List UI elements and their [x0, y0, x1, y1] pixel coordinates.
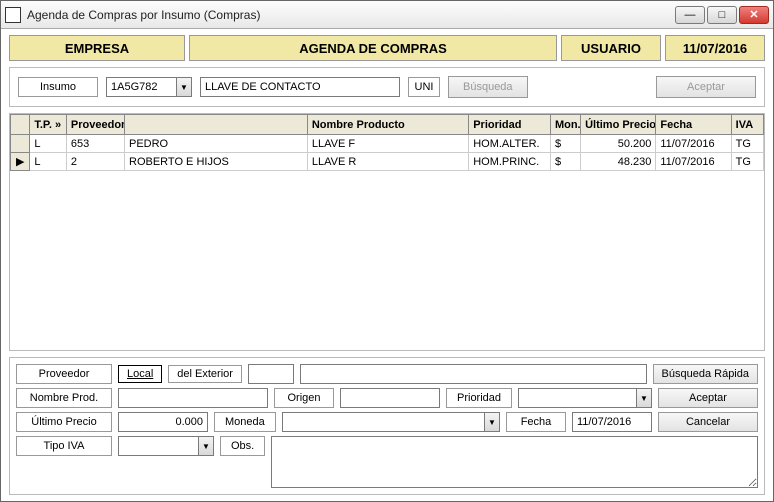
col-iva[interactable]: IVA: [731, 115, 763, 135]
busqueda-button[interactable]: Búsqueda: [448, 76, 528, 98]
header-fecha: 11/07/2016: [665, 35, 765, 61]
cell-tp: L: [30, 153, 67, 171]
prioridad-input[interactable]: [518, 388, 636, 408]
col-fecha[interactable]: Fecha: [656, 115, 731, 135]
col-ultimo-precio[interactable]: Último Precio: [581, 115, 656, 135]
col-tp[interactable]: T.P. »: [30, 115, 67, 135]
cell-fecha: 11/07/2016: [656, 153, 731, 171]
insumo-code-input[interactable]: [106, 77, 176, 97]
prioridad-label: Prioridad: [446, 388, 512, 408]
cell-iva: TG: [731, 153, 763, 171]
moneda-label: Moneda: [214, 412, 276, 432]
header-empresa: EMPRESA: [9, 35, 185, 61]
fecha-input[interactable]: [572, 412, 652, 432]
prioridad-combo[interactable]: ▼: [518, 388, 652, 408]
exterior-button[interactable]: del Exterior: [168, 365, 242, 383]
cell-mon: $: [550, 153, 580, 171]
row-selector[interactable]: ▶: [11, 153, 30, 171]
col-selector[interactable]: [11, 115, 30, 135]
table-row[interactable]: ▶L2ROBERTO E HIJOSLLAVE RHOM.PRINC.$48.2…: [11, 153, 764, 171]
cell-mon: $: [550, 135, 580, 153]
chevron-down-icon[interactable]: ▼: [198, 436, 214, 456]
moneda-input[interactable]: [282, 412, 484, 432]
row-selector[interactable]: [11, 135, 30, 153]
cell-fecha: 11/07/2016: [656, 135, 731, 153]
cancelar-button[interactable]: Cancelar: [658, 412, 758, 432]
cell-nom-prod: LLAVE F: [307, 135, 468, 153]
obs-label: Obs.: [220, 436, 265, 456]
edit-panel: Proveedor Local del Exterior Búsqueda Rá…: [9, 357, 765, 495]
nombre-prod-label: Nombre Prod.: [16, 388, 112, 408]
cell-prov-id: 653: [66, 135, 124, 153]
col-proveedor-nombre[interactable]: [125, 115, 308, 135]
busqueda-rapida-button[interactable]: Búsqueda Rápida: [653, 364, 758, 384]
aceptar-form-button[interactable]: Aceptar: [658, 388, 758, 408]
cell-prioridad: HOM.ALTER.: [469, 135, 551, 153]
chevron-down-icon[interactable]: ▼: [176, 77, 192, 97]
cell-iva: TG: [731, 135, 763, 153]
chevron-down-icon[interactable]: ▼: [636, 388, 652, 408]
cell-prov-id: 2: [66, 153, 124, 171]
minimize-button[interactable]: —: [675, 6, 705, 24]
tipo-iva-input[interactable]: [118, 436, 198, 456]
proveedor-label: Proveedor: [16, 364, 112, 384]
cell-prioridad: HOM.PRINC.: [469, 153, 551, 171]
cell-ult-precio: 50.200: [581, 135, 656, 153]
header-agenda: AGENDA DE COMPRAS: [189, 35, 557, 61]
proveedor-nombre-input[interactable]: [300, 364, 647, 384]
table-row[interactable]: L653PEDROLLAVE FHOM.ALTER.$50.20011/07/2…: [11, 135, 764, 153]
cell-prov-nom: ROBERTO E HIJOS: [125, 153, 308, 171]
maximize-icon: □: [719, 9, 726, 21]
col-prioridad[interactable]: Prioridad: [469, 115, 551, 135]
col-proveedor[interactable]: Proveedor: [66, 115, 124, 135]
insumo-combo[interactable]: ▼: [106, 77, 192, 97]
insumo-desc-input[interactable]: [200, 77, 400, 97]
ultimo-precio-input[interactable]: [118, 412, 208, 432]
col-nombre-producto[interactable]: Nombre Producto: [307, 115, 468, 135]
origen-input[interactable]: [340, 388, 440, 408]
ultimo-precio-label: Último Precio: [16, 412, 112, 432]
search-panel: Insumo ▼ UNI Búsqueda Aceptar: [9, 67, 765, 107]
aceptar-search-button[interactable]: Aceptar: [656, 76, 756, 98]
cell-nom-prod: LLAVE R: [307, 153, 468, 171]
fecha-label: Fecha: [506, 412, 566, 432]
titlebar[interactable]: Agenda de Compras por Insumo (Compras) —…: [1, 1, 773, 29]
local-button[interactable]: Local: [118, 365, 162, 383]
insumo-label: Insumo: [18, 77, 98, 97]
minimize-icon: —: [685, 9, 696, 21]
obs-textarea[interactable]: [271, 436, 758, 488]
proveedor-id-input[interactable]: [248, 364, 294, 384]
app-window: Agenda de Compras por Insumo (Compras) —…: [0, 0, 774, 502]
cell-tp: L: [30, 135, 67, 153]
cell-ult-precio: 48.230: [581, 153, 656, 171]
cell-prov-nom: PEDRO: [125, 135, 308, 153]
close-button[interactable]: ✕: [739, 6, 769, 24]
app-icon: [5, 7, 21, 23]
window-title: Agenda de Compras por Insumo (Compras): [27, 8, 675, 22]
tipo-iva-combo[interactable]: ▼: [118, 436, 214, 456]
col-mon[interactable]: Mon.: [550, 115, 580, 135]
header-row: EMPRESA AGENDA DE COMPRAS USUARIO 11/07/…: [9, 35, 765, 61]
nombre-prod-input[interactable]: [118, 388, 268, 408]
unidad-label: UNI: [408, 77, 440, 97]
origen-label: Origen: [274, 388, 334, 408]
maximize-button[interactable]: □: [707, 6, 737, 24]
moneda-combo[interactable]: ▼: [282, 412, 500, 432]
tipo-iva-label: Tipo IVA: [16, 436, 112, 456]
header-usuario: USUARIO: [561, 35, 661, 61]
grid-header-row: T.P. » Proveedor Nombre Producto Priorid…: [11, 115, 764, 135]
results-grid[interactable]: T.P. » Proveedor Nombre Producto Priorid…: [9, 113, 765, 351]
close-icon: ✕: [749, 8, 758, 21]
chevron-down-icon[interactable]: ▼: [484, 412, 500, 432]
